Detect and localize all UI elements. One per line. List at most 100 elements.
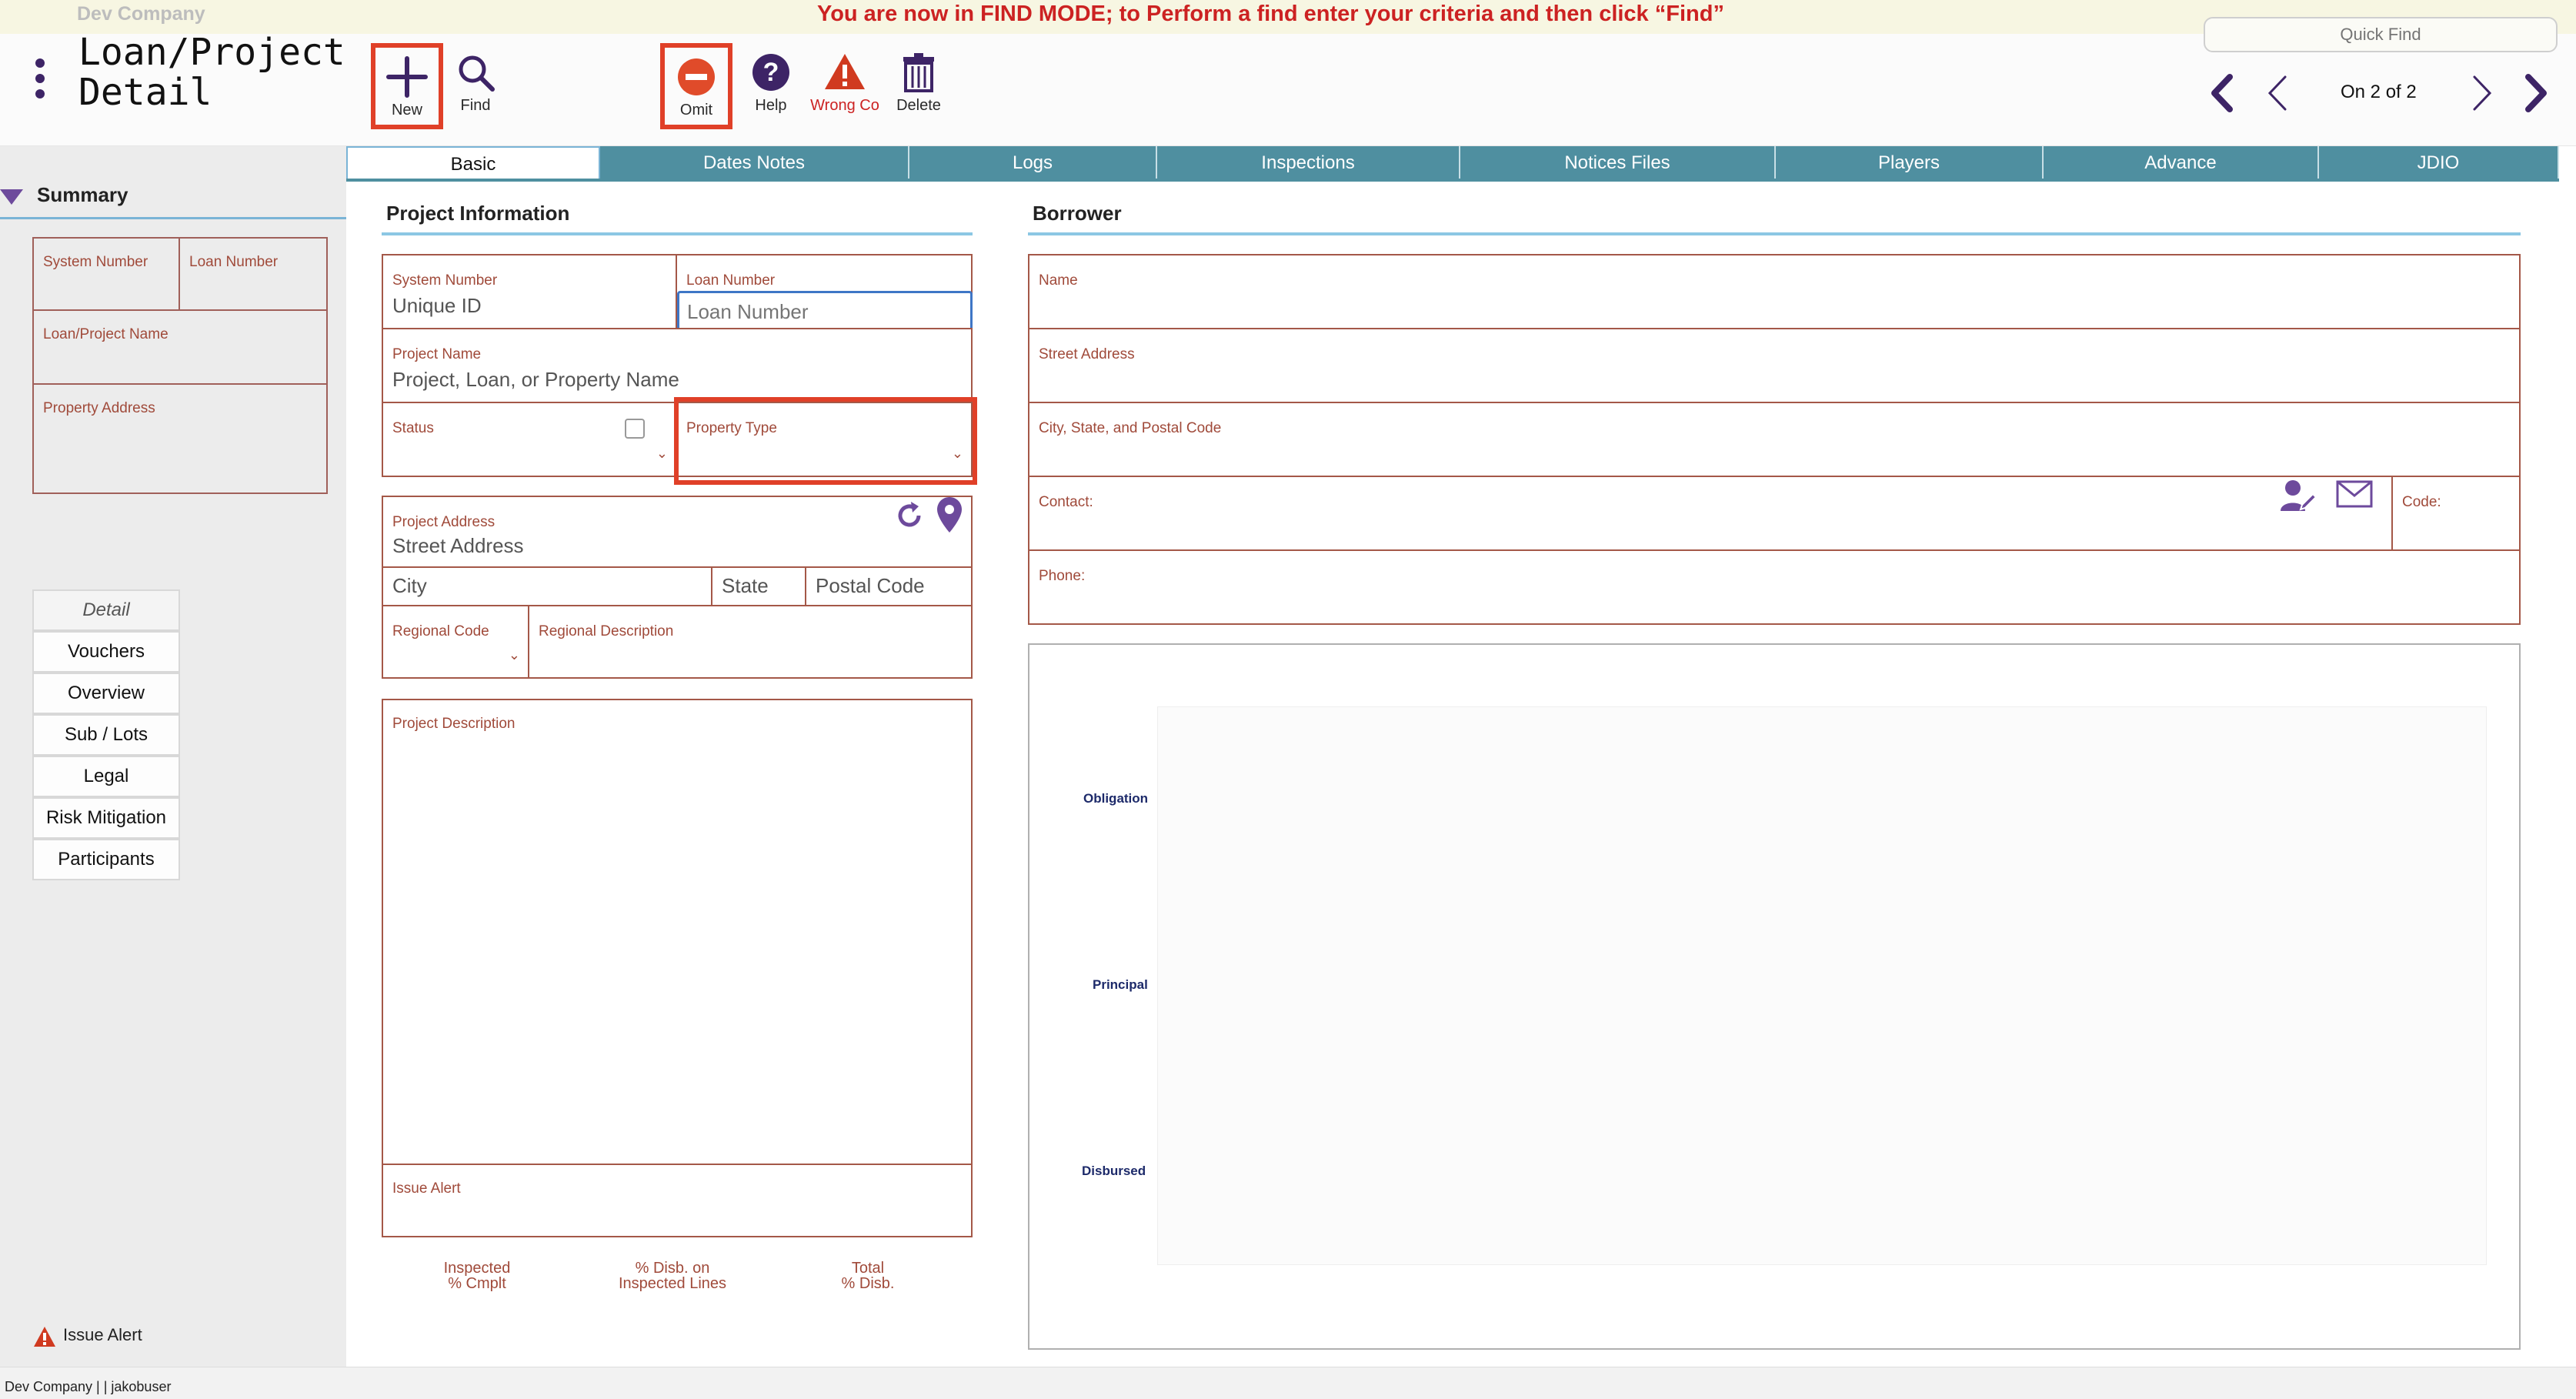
collapse-triangle-icon[interactable] bbox=[0, 189, 23, 205]
help-button[interactable]: ? Help bbox=[732, 43, 809, 128]
chart-label-disbursed: Disbursed bbox=[1082, 1164, 1146, 1178]
chevron-down-icon[interactable]: ⌄ bbox=[656, 446, 668, 462]
omit-icon bbox=[678, 58, 715, 95]
disb-inspected-stat: % Disb. on Inspected Lines bbox=[596, 1260, 749, 1291]
wrong-company-button[interactable]: Wrong Co bbox=[805, 43, 885, 128]
city-field[interactable]: City bbox=[382, 566, 712, 606]
sidebar-issue-alert[interactable]: Issue Alert bbox=[63, 1325, 142, 1345]
legal-button[interactable]: Legal bbox=[32, 756, 180, 797]
last-record-icon[interactable] bbox=[2516, 68, 2554, 119]
project-name-label: Project Name bbox=[392, 346, 482, 362]
issue-alert-field[interactable]: Issue Alert bbox=[382, 1164, 973, 1237]
vouchers-button[interactable]: Vouchers bbox=[32, 631, 180, 673]
refresh-icon[interactable] bbox=[893, 499, 926, 536]
tab-inspections[interactable]: Inspections bbox=[1157, 146, 1460, 180]
project-info-divider bbox=[382, 232, 973, 235]
borrower-street-field[interactable]: Street Address bbox=[1028, 328, 2521, 403]
postal-code-field[interactable]: Postal Code bbox=[805, 566, 973, 606]
menu-dots-icon[interactable] bbox=[31, 58, 49, 105]
next-record-icon[interactable] bbox=[2462, 68, 2501, 119]
project-info-heading: Project Information bbox=[386, 202, 570, 225]
status-checkbox[interactable] bbox=[625, 419, 645, 439]
quick-find-input[interactable] bbox=[2204, 17, 2558, 52]
warning-icon bbox=[32, 1325, 57, 1352]
project-name-field[interactable]: Project Name Project, Loan, or Property … bbox=[382, 328, 973, 403]
city-placeholder: City bbox=[392, 574, 427, 597]
first-record-icon[interactable] bbox=[2204, 68, 2242, 119]
stat-line1: % Disb. on bbox=[635, 1260, 710, 1277]
delete-button[interactable]: Delete bbox=[880, 43, 957, 128]
tab-advance[interactable]: Advance bbox=[2044, 146, 2319, 180]
warning-icon bbox=[825, 54, 865, 89]
new-label: New bbox=[391, 102, 422, 119]
project-address-label: Project Address bbox=[392, 514, 496, 530]
record-position: On 2 of 2 bbox=[2341, 82, 2417, 102]
previous-record-icon[interactable] bbox=[2259, 68, 2297, 119]
tab-logs[interactable]: Logs bbox=[909, 146, 1157, 180]
status-field[interactable]: Status ⌄ bbox=[382, 402, 677, 477]
regional-description-field[interactable]: Regional Description bbox=[528, 605, 973, 679]
risk-mitigation-button[interactable]: Risk Mitigation bbox=[32, 797, 180, 839]
loan-number-label: Loan Number bbox=[686, 272, 776, 289]
borrower-code-field[interactable]: Code: bbox=[2391, 476, 2521, 551]
new-button[interactable]: New bbox=[371, 43, 443, 129]
project-description-field[interactable]: Project Description bbox=[382, 699, 973, 1165]
borrower-name-label: Name bbox=[1039, 272, 1078, 289]
tab-dates-notes[interactable]: Dates Notes bbox=[600, 146, 909, 180]
mail-icon[interactable] bbox=[2336, 480, 2373, 512]
borrower-contact-label: Contact: bbox=[1039, 494, 1093, 510]
issue-alert-label: Issue Alert bbox=[392, 1180, 461, 1197]
stat-line2: % Cmplt bbox=[448, 1275, 506, 1292]
omit-button[interactable]: Omit bbox=[660, 43, 732, 129]
borrower-city-label: City, State, and Postal Code bbox=[1039, 420, 1222, 436]
find-button[interactable]: Find bbox=[437, 43, 514, 128]
stat-line1: Inspected bbox=[443, 1260, 511, 1277]
status-label: Status bbox=[392, 420, 434, 436]
regional-code-label: Regional Code bbox=[392, 623, 489, 639]
stat-line2: % Disb. bbox=[841, 1275, 895, 1292]
tab-basic[interactable]: Basic bbox=[346, 146, 600, 180]
overview-button[interactable]: Overview bbox=[32, 673, 180, 714]
help-label: Help bbox=[755, 97, 787, 114]
svg-text:?: ? bbox=[763, 58, 779, 87]
inspected-cmplt-stat: Inspected % Cmplt bbox=[400, 1260, 554, 1291]
regional-description-label: Regional Description bbox=[539, 623, 674, 639]
summary-property-address: Property Address bbox=[32, 383, 328, 494]
system-number-label: System Number bbox=[392, 272, 498, 289]
map-pin-icon[interactable] bbox=[936, 496, 963, 538]
project-address-field[interactable]: Project Address Street Address bbox=[382, 496, 973, 568]
property-type-highlight bbox=[674, 397, 977, 485]
borrower-street-label: Street Address bbox=[1039, 346, 1135, 362]
regional-code-field[interactable]: Regional Code ⌄ bbox=[382, 605, 529, 679]
participants-button[interactable]: Participants bbox=[32, 839, 180, 880]
loan-number-input[interactable] bbox=[677, 291, 973, 332]
borrower-code-label: Code: bbox=[2402, 494, 2441, 510]
tab-notices-files[interactable]: Notices Files bbox=[1460, 146, 1776, 180]
tab-players[interactable]: Players bbox=[1776, 146, 2044, 180]
omit-label: Omit bbox=[679, 102, 713, 119]
state-field[interactable]: State bbox=[711, 566, 806, 606]
detail-button[interactable]: Detail bbox=[32, 589, 180, 631]
borrower-name-field[interactable]: Name bbox=[1028, 254, 2521, 329]
system-number-value: Unique ID bbox=[392, 294, 482, 317]
borrower-city-field[interactable]: City, State, and Postal Code bbox=[1028, 402, 2521, 477]
trash-icon bbox=[903, 53, 934, 92]
borrower-divider bbox=[1028, 232, 2521, 235]
street-address-placeholder: Street Address bbox=[392, 534, 524, 557]
borrower-heading: Borrower bbox=[1033, 202, 1122, 225]
page-title: Loan/Project Detail bbox=[78, 31, 345, 114]
system-number-field[interactable]: System Number Unique ID bbox=[382, 254, 677, 329]
project-name-value: Project, Loan, or Property Name bbox=[392, 368, 679, 391]
stat-line1: Total bbox=[851, 1260, 885, 1277]
search-icon bbox=[459, 55, 495, 92]
loan-chart-plot-area bbox=[1157, 706, 2487, 1265]
total-disb-stat: Total % Disb. bbox=[791, 1260, 945, 1291]
sub-lots-button[interactable]: Sub / Lots bbox=[32, 714, 180, 756]
chevron-down-icon[interactable]: ⌄ bbox=[509, 647, 520, 663]
edit-contact-icon[interactable] bbox=[2279, 477, 2317, 518]
plus-icon bbox=[386, 56, 428, 98]
borrower-contact-field[interactable]: Contact: bbox=[1028, 476, 2393, 551]
state-placeholder: State bbox=[722, 574, 769, 597]
tab-jdio[interactable]: JDIO bbox=[2319, 146, 2559, 180]
borrower-phone-field[interactable]: Phone: bbox=[1028, 549, 2521, 625]
